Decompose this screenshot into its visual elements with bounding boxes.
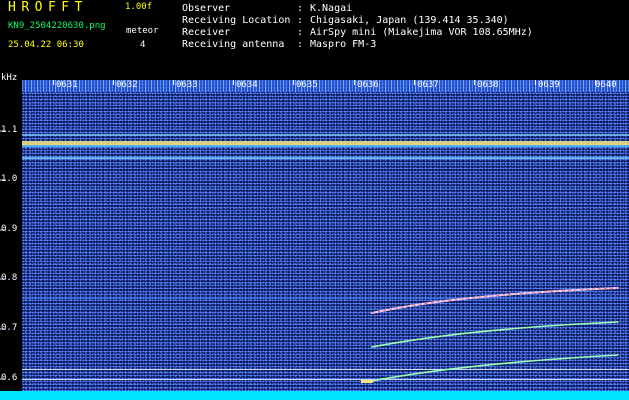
spectrogram-overlay	[0, 130, 629, 383]
meteor-trace-3	[371, 354, 619, 382]
reference-lines	[22, 298, 629, 380]
carrier-line-lower	[22, 145, 629, 147]
carrier-line-upper	[22, 134, 629, 136]
reference-line	[22, 298, 629, 299]
carrier-line-secondary	[22, 157, 629, 159]
reference-line	[22, 369, 629, 370]
carrier-band	[22, 134, 629, 159]
meteor-trace-1-highlight	[371, 287, 619, 314]
carrier-line-main	[22, 141, 629, 145]
reference-line	[22, 379, 629, 380]
y-grid-marks	[0, 130, 6, 380]
marker	[361, 380, 373, 383]
meteor-trace-2	[371, 321, 619, 348]
meteor-echo-traces	[371, 287, 619, 382]
meteor-trace-1	[371, 287, 619, 314]
